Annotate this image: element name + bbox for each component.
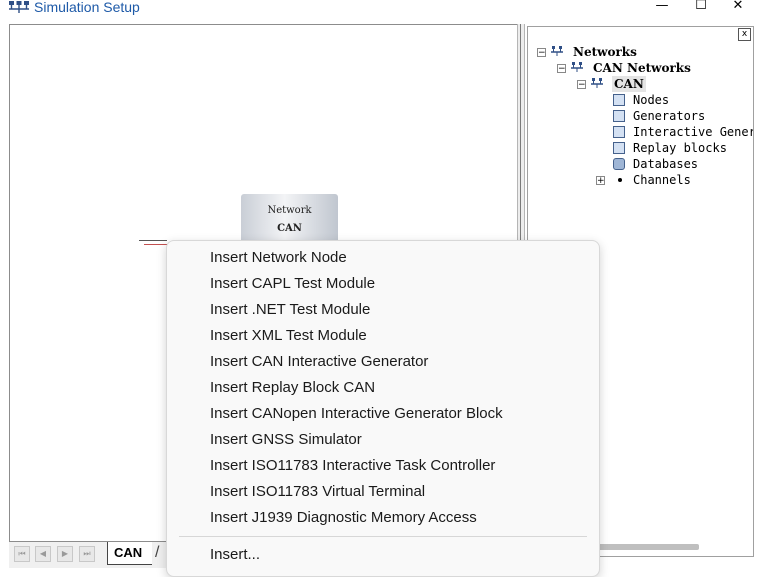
collapse-icon[interactable]: − bbox=[557, 64, 566, 74]
tree-item-replay-blocks[interactable]: Replay blocks bbox=[633, 140, 727, 156]
next-tab-icon[interactable]: ▶ bbox=[57, 546, 73, 562]
tree-item-can[interactable]: CAN bbox=[612, 76, 646, 92]
interactive-generator-icon bbox=[613, 126, 625, 138]
menu-item-insert-j1939-diagnostic-memory-access[interactable]: Insert J1939 Diagnostic Memory Access bbox=[210, 505, 477, 531]
collapse-icon[interactable]: − bbox=[577, 80, 586, 90]
title-bar: Simulation Setup — ☐ ✕ bbox=[0, 0, 761, 22]
menu-item-insert-more[interactable]: Insert... bbox=[210, 542, 260, 568]
menu-item-insert-iso11783-task-controller[interactable]: Insert ISO11783 Interactive Task Control… bbox=[210, 453, 495, 479]
tab-can[interactable]: CAN bbox=[107, 542, 153, 565]
menu-item-insert-replay-block-can[interactable]: Insert Replay Block CAN bbox=[210, 375, 375, 401]
menu-item-insert-capl-test-module[interactable]: Insert CAPL Test Module bbox=[210, 271, 375, 297]
tree-item-databases[interactable]: Databases bbox=[633, 156, 698, 172]
tree-item-channels[interactable]: Channels bbox=[633, 172, 691, 188]
bus-line-highlight bbox=[144, 244, 167, 245]
tree-item-generators[interactable]: Generators bbox=[633, 108, 705, 124]
menu-item-insert-dotnet-test-module[interactable]: Insert .NET Test Module bbox=[210, 297, 370, 323]
network-block-name: CAN bbox=[277, 223, 302, 234]
menu-item-insert-iso11783-virtual-terminal[interactable]: Insert ISO11783 Virtual Terminal bbox=[210, 479, 425, 505]
tree-scrollbar-thumb[interactable] bbox=[597, 544, 699, 550]
generator-icon bbox=[613, 110, 625, 122]
maximize-button[interactable]: ☐ bbox=[686, 0, 716, 15]
first-tab-icon[interactable]: ⏮ bbox=[14, 546, 30, 562]
bus-line bbox=[139, 240, 167, 241]
network-icon bbox=[9, 1, 29, 13]
menu-item-insert-network-node[interactable]: Insert Network Node bbox=[210, 245, 347, 271]
close-button[interactable]: ✕ bbox=[723, 0, 753, 15]
menu-separator bbox=[179, 536, 587, 537]
network-icon bbox=[551, 46, 563, 56]
minimize-button[interactable]: — bbox=[647, 0, 677, 15]
database-icon bbox=[613, 158, 625, 170]
prev-tab-icon[interactable]: ◀ bbox=[35, 546, 51, 562]
channel-icon bbox=[618, 178, 622, 182]
tree-item-interactive-generators[interactable]: Interactive Gener bbox=[633, 124, 753, 140]
window-title: Simulation Setup bbox=[34, 0, 140, 15]
collapse-icon[interactable]: − bbox=[537, 48, 546, 58]
menu-item-insert-can-interactive-generator[interactable]: Insert CAN Interactive Generator bbox=[210, 349, 428, 375]
network-block[interactable]: Network CAN bbox=[241, 194, 338, 244]
last-tab-icon[interactable]: ⏭ bbox=[79, 546, 95, 562]
network-block-label: Network bbox=[267, 205, 312, 216]
network-icon bbox=[571, 62, 583, 72]
tree-item-networks[interactable]: Networks bbox=[573, 44, 637, 60]
close-icon[interactable]: x bbox=[738, 28, 751, 41]
menu-item-insert-xml-test-module[interactable]: Insert XML Test Module bbox=[210, 323, 367, 349]
menu-item-insert-canopen-interactive-generator[interactable]: Insert CANopen Interactive Generator Blo… bbox=[210, 401, 503, 427]
tab-edge: / bbox=[155, 544, 160, 561]
tree-item-can-networks[interactable]: CAN Networks bbox=[593, 60, 691, 76]
expand-icon[interactable]: + bbox=[596, 176, 605, 186]
tree-item-nodes[interactable]: Nodes bbox=[633, 92, 669, 108]
context-menu: Insert Network Node Insert CAPL Test Mod… bbox=[166, 240, 600, 577]
node-icon bbox=[613, 94, 625, 106]
menu-item-insert-gnss-simulator[interactable]: Insert GNSS Simulator bbox=[210, 427, 362, 453]
network-icon bbox=[591, 78, 603, 88]
replay-icon bbox=[613, 142, 625, 154]
